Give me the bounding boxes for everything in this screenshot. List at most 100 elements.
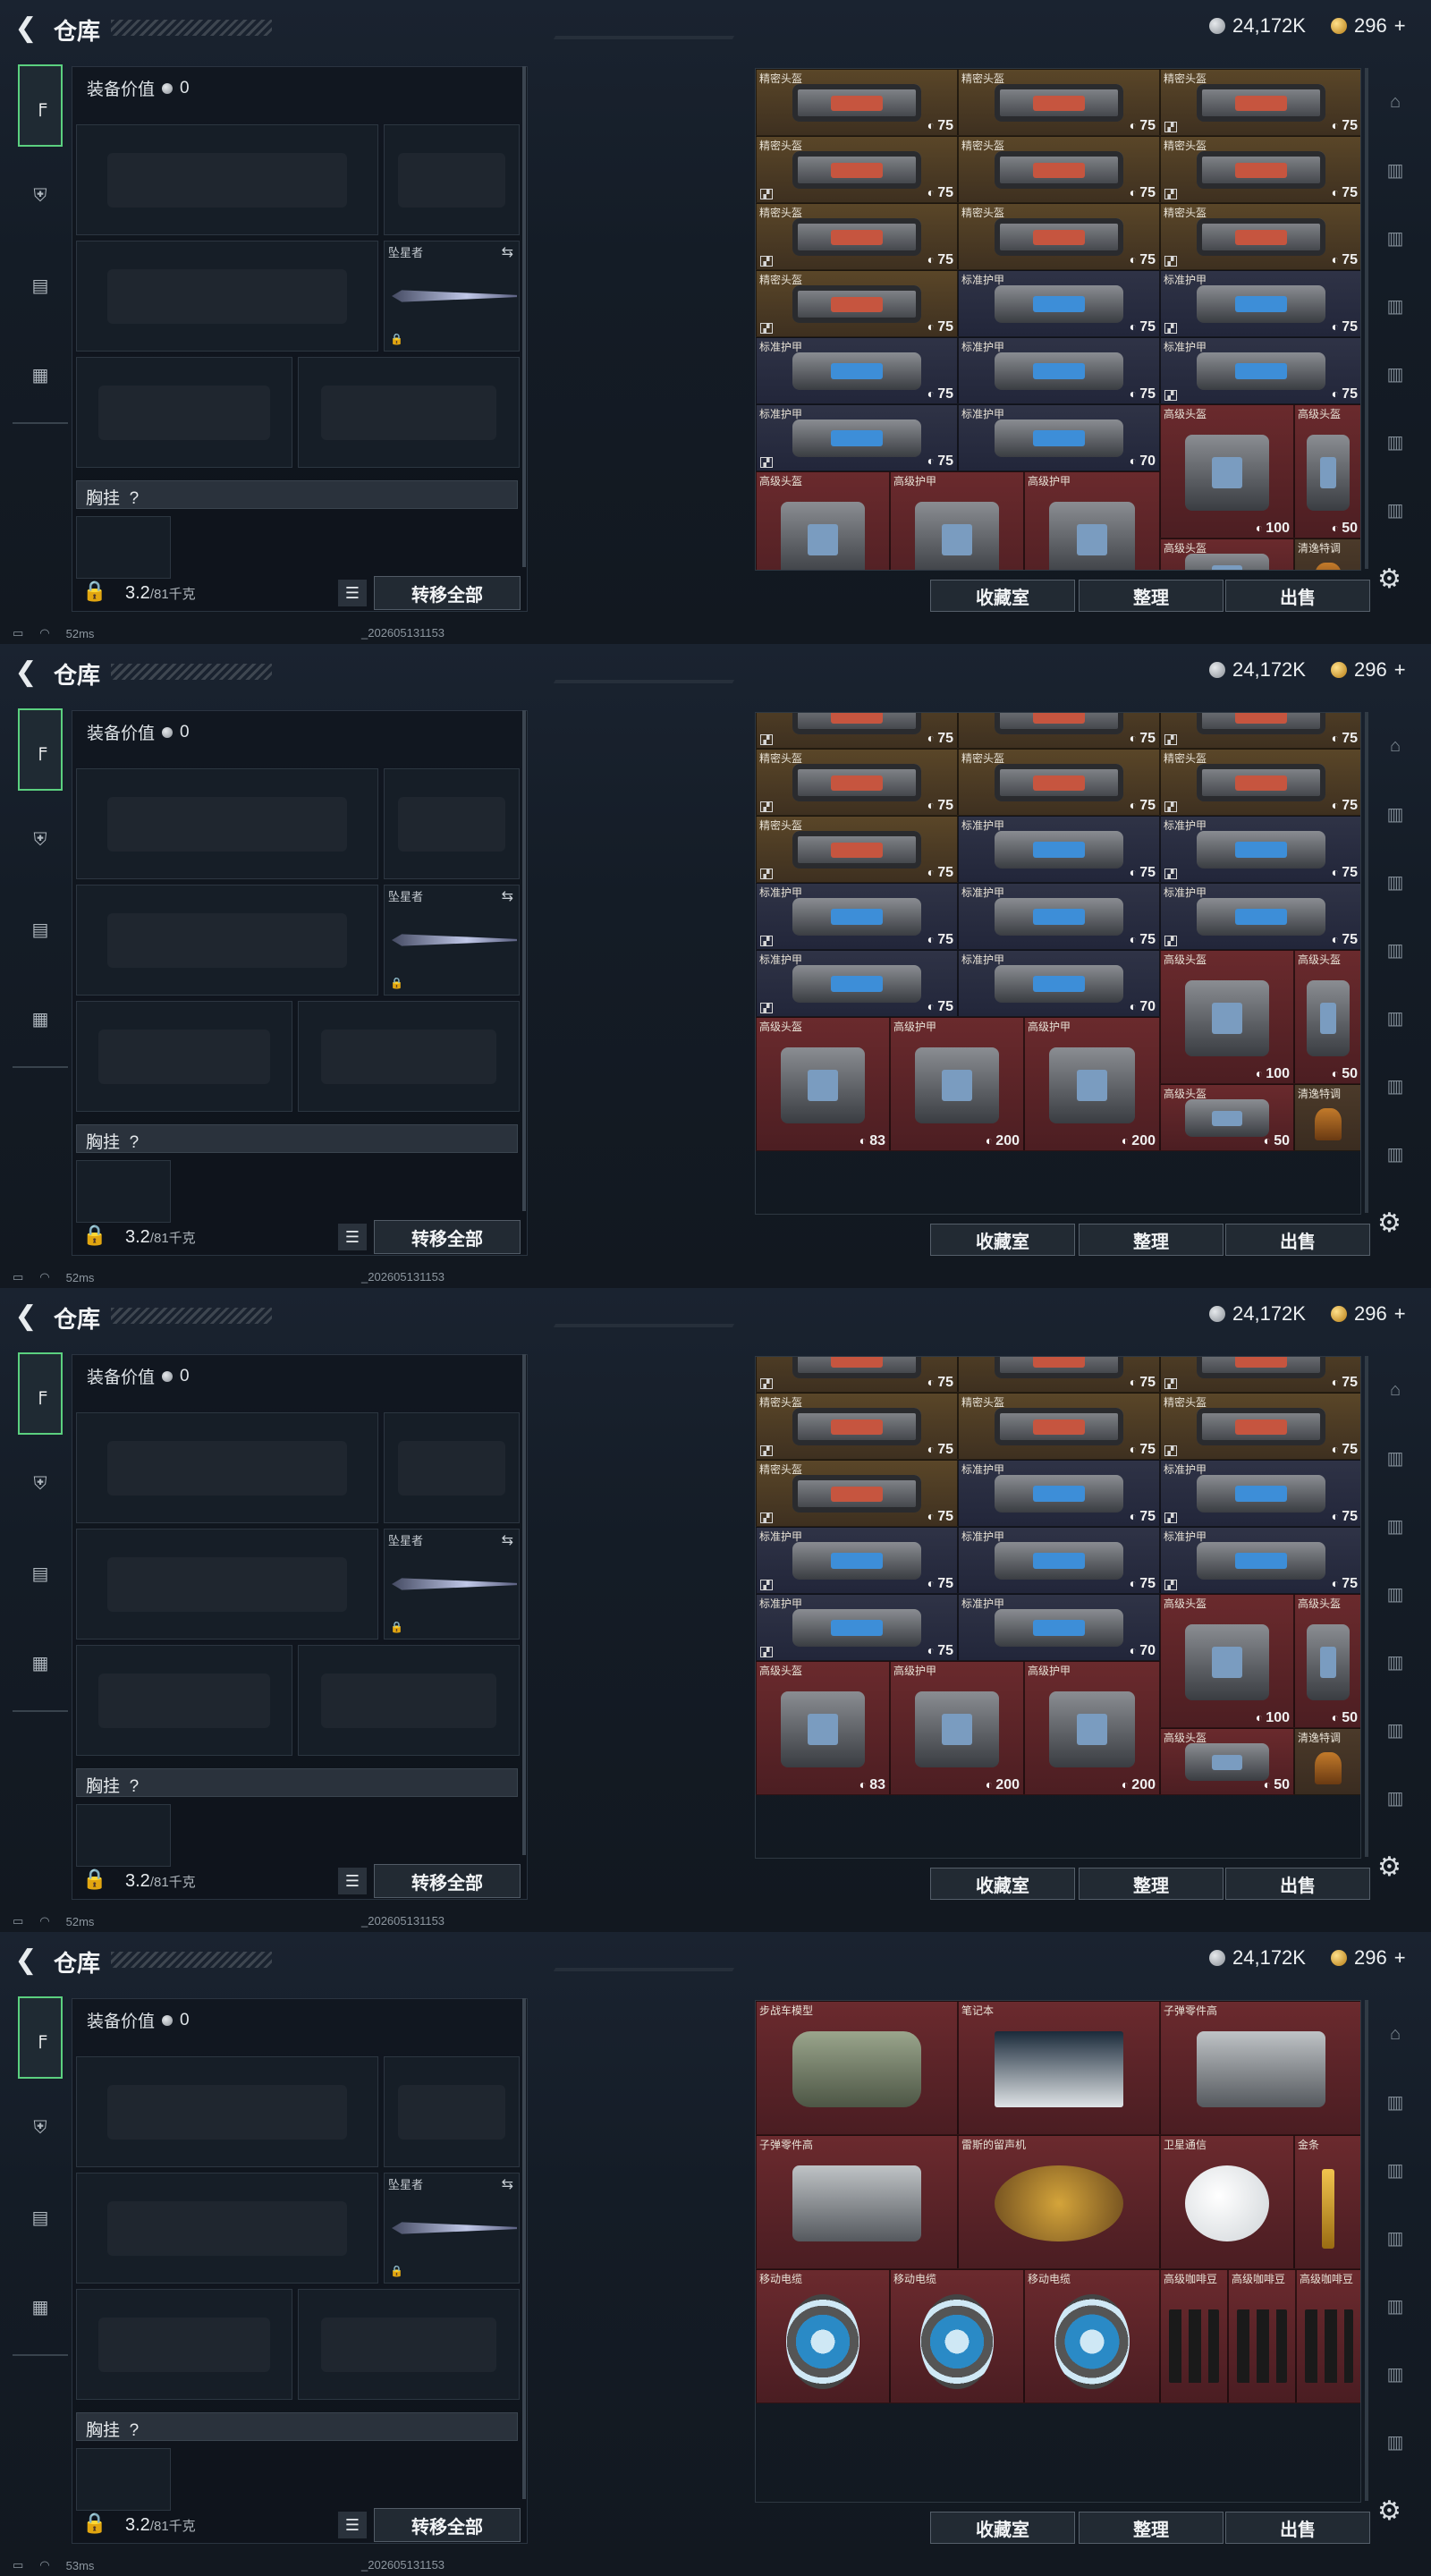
secondary-weapon-slot[interactable] (76, 2173, 378, 2284)
item-cell[interactable]: 移动电缆 (756, 2269, 890, 2403)
primary-weapon-slot[interactable] (76, 124, 378, 235)
warehouse-icon[interactable]: ⌂ (1377, 1374, 1413, 1406)
melee-slot[interactable]: 坠星者 ⇆ 🔒 (384, 241, 520, 352)
item-cell[interactable]: 高级护甲 200 (1024, 1017, 1160, 1151)
warehouse-icon[interactable]: ⌂ (1377, 86, 1413, 118)
item-cell[interactable]: 子弹零件高 (1160, 2001, 1360, 2135)
item-cell[interactable]: 高级头盔50 (1294, 404, 1360, 538)
gold-currency[interactable]: 296 + (1331, 658, 1406, 682)
list-icon[interactable]: ☰ (338, 580, 367, 606)
weapon-tab-icon[interactable]: ╒ (18, 708, 63, 791)
swap-icon[interactable]: ⇆ (502, 887, 513, 905)
item-cell[interactable]: 步战车模型 (756, 2001, 958, 2135)
primary-weapon-slot[interactable] (76, 768, 378, 879)
sell-button[interactable]: 出售 (1225, 1868, 1370, 1900)
settings-gear-icon[interactable]: ⚙ (1377, 2496, 1401, 2527)
item-cell[interactable]: 精密头盔75▞ (756, 1357, 958, 1393)
item-cell[interactable]: 精密头盔75 (958, 1393, 1160, 1460)
item-cell[interactable]: 标准护甲 75 ▞ (756, 883, 958, 950)
item-cell[interactable]: 精密头盔75 (958, 713, 1160, 749)
item-cell[interactable]: 高级护甲 200 (1024, 1661, 1160, 1795)
item-cell[interactable]: 精密头盔75▞ (1160, 749, 1360, 816)
transfer-all-button[interactable]: 转移全部 (374, 2508, 521, 2542)
chest-rig-slot[interactable] (76, 2448, 171, 2511)
item-cell[interactable]: 高级护甲 (1024, 471, 1160, 570)
item-cell[interactable]: 高级护甲 200 (890, 1017, 1024, 1151)
collection-button[interactable]: 收藏室 (930, 1868, 1075, 1900)
item-cell[interactable]: 高级头盔 (1160, 538, 1294, 570)
help-icon[interactable]: ? (130, 489, 140, 508)
storage-6-icon[interactable]: ▥ (1377, 494, 1413, 526)
pistol-slot[interactable] (384, 2056, 520, 2167)
case-tab-icon[interactable]: ▦ (18, 996, 63, 1041)
item-cell[interactable]: 移动电缆 (1024, 2269, 1160, 2403)
sort-button[interactable]: 整理 (1079, 2512, 1224, 2544)
item-cell[interactable]: 精密头盔75▞ (1160, 1393, 1360, 1460)
helmet-slot[interactable] (76, 2289, 292, 2400)
loadout-scrollbar[interactable] (522, 1998, 526, 2499)
settings-gear-icon[interactable]: ⚙ (1377, 1852, 1401, 1883)
backpack-tab-icon[interactable]: ▤ (18, 1551, 63, 1596)
storage-3-icon[interactable]: ▥ (1377, 1578, 1413, 1610)
helmet-tab-icon[interactable]: ⛨ (18, 818, 63, 862)
settings-gear-icon[interactable]: ⚙ (1377, 564, 1401, 595)
armor-slot[interactable] (298, 357, 520, 468)
item-cell[interactable]: 清逸特调 (1294, 1728, 1360, 1795)
backpack-tab-icon[interactable]: ▤ (18, 907, 63, 952)
item-cell[interactable]: 标准护甲 75 ▞ (756, 1594, 958, 1661)
sell-button[interactable]: 出售 (1225, 580, 1370, 612)
storage-2-icon[interactable]: ▥ (1377, 866, 1413, 898)
collection-button[interactable]: 收藏室 (930, 580, 1075, 612)
primary-weapon-slot[interactable] (76, 2056, 378, 2167)
item-cell[interactable]: 高级头盔 100 (1160, 1594, 1294, 1728)
collection-button[interactable]: 收藏室 (930, 1224, 1075, 1256)
item-cell[interactable]: 标准护甲 75 (958, 337, 1160, 404)
sort-button[interactable]: 整理 (1079, 580, 1224, 612)
item-cell[interactable]: 标准护甲 75 (958, 816, 1160, 883)
item-cell[interactable]: 标准护甲 75 (958, 1460, 1160, 1527)
list-icon[interactable]: ☰ (338, 1224, 367, 1250)
chest-rig-slot[interactable] (76, 1160, 171, 1223)
help-icon[interactable]: ? (130, 1777, 140, 1796)
pistol-slot[interactable] (384, 124, 520, 235)
item-cell[interactable]: 标准护甲 75 ▞ (1160, 883, 1360, 950)
sort-button[interactable]: 整理 (1079, 1224, 1224, 1256)
weapon-tab-icon[interactable]: ╒ (18, 1352, 63, 1435)
item-cell[interactable]: 高级头盔 100 (1160, 950, 1294, 1084)
item-cell[interactable]: 高级头盔50 (1160, 1728, 1294, 1795)
item-cell[interactable]: 精密头盔75▞ (756, 749, 958, 816)
collection-button[interactable]: 收藏室 (930, 2512, 1075, 2544)
item-cell[interactable]: 清逸特调 (1294, 1084, 1360, 1151)
storage-5-icon[interactable]: ▥ (1377, 1714, 1413, 1746)
melee-slot[interactable]: 坠星者 ⇆ 🔒 (384, 2173, 520, 2284)
armor-slot[interactable] (298, 2289, 520, 2400)
item-cell[interactable]: 标准护甲 75 ▞ (1160, 1527, 1360, 1594)
storage-1-icon[interactable]: ▥ (1377, 2086, 1413, 2118)
sell-button[interactable]: 出售 (1225, 1224, 1370, 1256)
storage-1-icon[interactable]: ▥ (1377, 154, 1413, 186)
item-cell[interactable]: 高级咖啡豆 (1296, 2269, 1360, 2403)
swap-icon[interactable]: ⇆ (502, 243, 513, 261)
gold-currency[interactable]: 296 + (1331, 1946, 1406, 1970)
swap-icon[interactable]: ⇆ (502, 2175, 513, 2193)
transfer-all-button[interactable]: 转移全部 (374, 1220, 521, 1254)
item-cell[interactable]: 精密头盔75▞ (756, 1460, 958, 1527)
sell-button[interactable]: 出售 (1225, 2512, 1370, 2544)
storage-5-icon[interactable]: ▥ (1377, 2358, 1413, 2390)
warehouse-icon[interactable]: ⌂ (1377, 2018, 1413, 2050)
helmet-slot[interactable] (76, 357, 292, 468)
transfer-all-button[interactable]: 转移全部 (374, 1864, 521, 1898)
storage-3-icon[interactable]: ▥ (1377, 2222, 1413, 2254)
secondary-weapon-slot[interactable] (76, 1529, 378, 1640)
helmet-tab-icon[interactable]: ⛨ (18, 174, 63, 218)
item-cell[interactable]: 精密头盔75▞ (1160, 136, 1360, 203)
storage-5-icon[interactable]: ▥ (1377, 1070, 1413, 1102)
back-arrow-icon[interactable]: ❮ (11, 1945, 41, 1975)
item-cell[interactable]: 高级头盔 83 (756, 1017, 890, 1151)
grid-scrollbar[interactable] (1365, 712, 1368, 1213)
storage-2-icon[interactable]: ▥ (1377, 2154, 1413, 2186)
item-cell[interactable]: 笔记本 (958, 2001, 1160, 2135)
item-cell[interactable]: 精密头盔75▞ (756, 816, 958, 883)
sort-button[interactable]: 整理 (1079, 1868, 1224, 1900)
item-cell[interactable]: 标准护甲 75 ▞ (1160, 1460, 1360, 1527)
